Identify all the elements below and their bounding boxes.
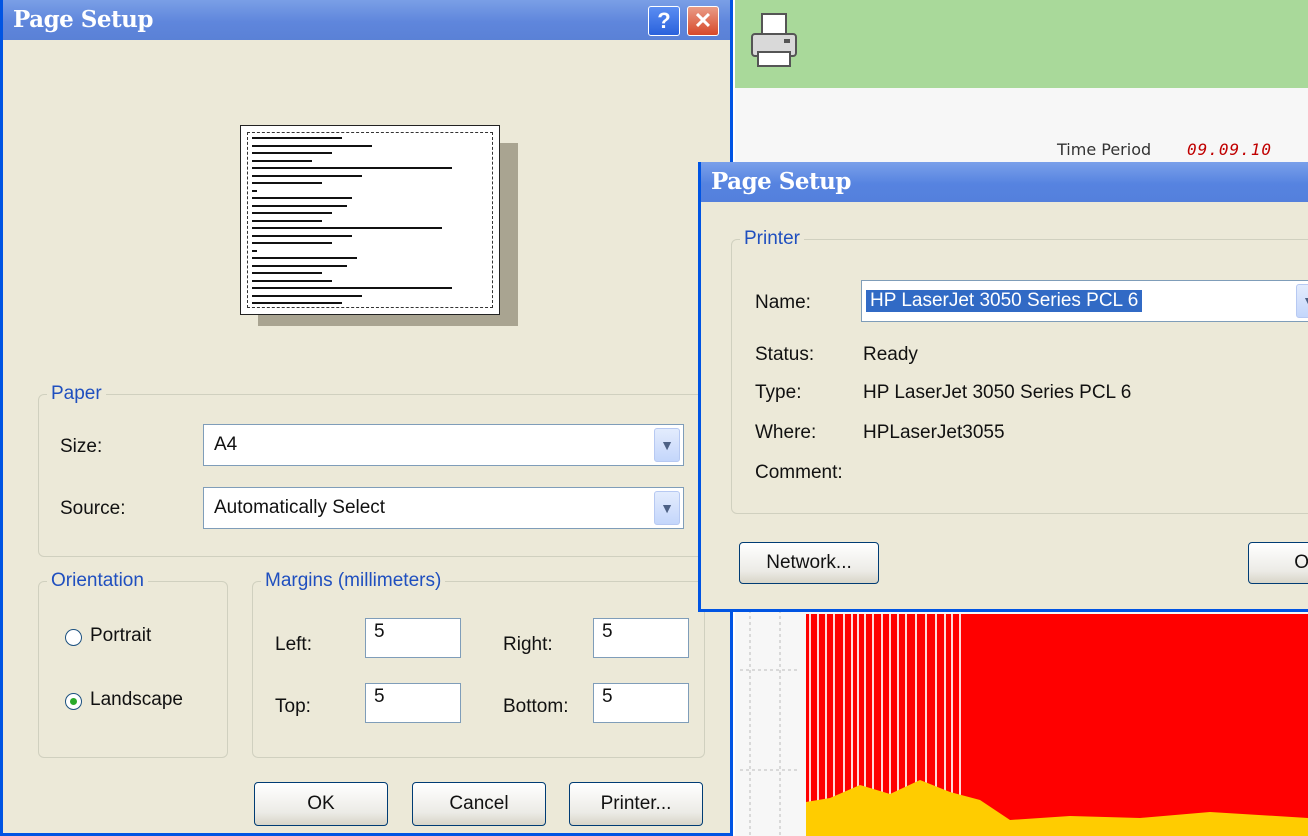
- preview-text-line: [252, 257, 357, 259]
- printer-where-label: Where:: [755, 422, 817, 443]
- margin-bottom-input[interactable]: 5: [593, 683, 689, 723]
- preview-text-line: [252, 144, 372, 147]
- printer-status-label: Status:: [755, 344, 815, 365]
- preview-text-line: [252, 152, 332, 154]
- orientation-group: Orientation: [38, 570, 228, 758]
- landscape-label[interactable]: Landscape: [90, 689, 183, 711]
- close-button[interactable]: ✕: [687, 6, 719, 36]
- paper-legend: Paper: [51, 383, 102, 404]
- printer-ok-button[interactable]: O: [1248, 542, 1308, 584]
- printer-icon[interactable]: [748, 10, 802, 72]
- preview-text-line: [252, 219, 322, 222]
- printer-status-value: Ready: [863, 344, 918, 365]
- preview-text-line: [252, 227, 442, 229]
- preview-text-line: [252, 159, 312, 162]
- printer-name-label: Name:: [755, 292, 811, 313]
- printer-setup-dialog: Page Setup Printer Name: HP LaserJet 305…: [698, 162, 1308, 612]
- preview-text-line: [252, 197, 352, 199]
- preview-text-line: [252, 249, 257, 252]
- portrait-label[interactable]: Portrait: [90, 625, 151, 647]
- printer-setup-title: Page Setup: [701, 162, 1308, 202]
- printer-legend: Printer: [744, 228, 800, 249]
- margins-group: Margins (millimeters): [252, 570, 705, 758]
- size-value: A4: [214, 434, 238, 455]
- margin-right-input[interactable]: 5: [593, 618, 689, 658]
- margins-legend: Margins (millimeters): [265, 570, 442, 591]
- preview-text-line: [252, 167, 452, 169]
- printer-where-value: HPLaserJet3055: [863, 422, 1005, 443]
- printer-button[interactable]: Printer...: [569, 782, 703, 826]
- preview-text-line: [252, 242, 332, 244]
- source-value: Automatically Select: [214, 497, 386, 518]
- margin-top-input[interactable]: 5: [365, 683, 461, 723]
- ok-button[interactable]: OK: [254, 782, 388, 826]
- printer-comment-label: Comment:: [755, 462, 843, 483]
- preview-text-line: [252, 174, 362, 177]
- preview-text-line: [252, 287, 452, 289]
- margin-right-label: Right:: [503, 634, 553, 655]
- page-setup-title: Page Setup: [3, 0, 730, 40]
- preview-text-line: [252, 272, 322, 274]
- background-toolbar: [735, 0, 1308, 88]
- printer-type-value: HP LaserJet 3050 Series PCL 6: [863, 382, 1132, 403]
- network-button[interactable]: Network...: [739, 542, 879, 584]
- printer-name-value: HP LaserJet 3050 Series PCL 6: [866, 290, 1143, 312]
- margin-top-label: Top:: [275, 696, 311, 717]
- preview-text-line: [252, 279, 332, 282]
- page-setup-dialog: Page Setup ? ✕ Paper Size: A4 ▼ Source: …: [0, 0, 733, 836]
- chevron-down-icon[interactable]: ▼: [654, 491, 680, 525]
- printer-name-select[interactable]: HP LaserJet 3050 Series PCL 6 ▼: [861, 280, 1308, 322]
- source-select[interactable]: Automatically Select ▼: [203, 487, 684, 529]
- preview-text-line: [252, 182, 322, 184]
- preview-text-line: [252, 212, 332, 214]
- chevron-down-icon[interactable]: ▼: [1296, 284, 1308, 318]
- preview-text-line: [252, 234, 352, 237]
- preview-text-line: [252, 189, 257, 192]
- page-preview-margin: [247, 132, 493, 308]
- preview-text-line: [252, 302, 342, 304]
- size-label: Size:: [60, 436, 103, 457]
- portrait-radio[interactable]: [65, 629, 82, 646]
- orientation-legend: Orientation: [51, 570, 144, 591]
- margin-left-input[interactable]: 5: [365, 618, 461, 658]
- time-period-label: Time Period: [1057, 140, 1152, 159]
- margin-bottom-label: Bottom:: [503, 696, 569, 717]
- landscape-radio[interactable]: [65, 693, 82, 710]
- background-chart: [740, 580, 1308, 836]
- preview-text-line: [252, 137, 342, 139]
- page-preview: [240, 125, 500, 315]
- cancel-button[interactable]: Cancel: [412, 782, 546, 826]
- time-period-value: 09.09.10: [1187, 140, 1273, 159]
- radio-selected-dot: [70, 698, 77, 705]
- preview-text-line: [252, 204, 347, 207]
- paper-group: Paper: [38, 383, 705, 557]
- chevron-down-icon[interactable]: ▼: [654, 428, 680, 462]
- source-label: Source:: [60, 498, 126, 519]
- printer-type-label: Type:: [755, 382, 802, 403]
- help-button[interactable]: ?: [648, 6, 680, 36]
- preview-text-line: [252, 294, 362, 297]
- size-select[interactable]: A4 ▼: [203, 424, 684, 466]
- margin-left-label: Left:: [275, 634, 312, 655]
- preview-text-line: [252, 264, 347, 267]
